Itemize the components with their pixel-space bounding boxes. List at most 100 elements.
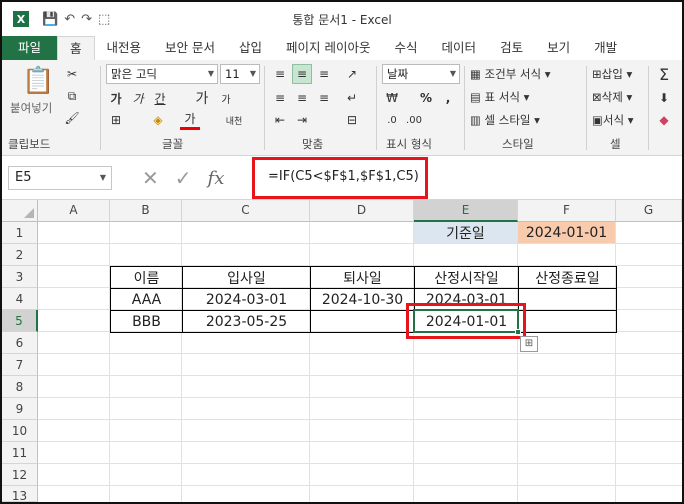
row-header-12[interactable]: 12 [2, 464, 38, 486]
cell-b3[interactable]: 이름 [111, 267, 182, 288]
tab-secure-doc[interactable]: 보안 문서 [153, 36, 227, 60]
save-icon[interactable]: 💾 [42, 12, 58, 27]
font-size-combo[interactable]: 11 ▼ [220, 64, 260, 84]
autofill-options-icon[interactable]: ⊞ [520, 336, 538, 352]
cell-c5[interactable]: 2023-05-25 [183, 311, 310, 332]
cell-e1[interactable]: 기준일 [414, 222, 517, 243]
font-color-button[interactable]: 가 [180, 110, 200, 130]
tab-formulas[interactable]: 수식 [383, 36, 430, 60]
align-top-icon[interactable]: ≡ [270, 64, 290, 84]
column-header-b[interactable]: B [110, 200, 182, 222]
paste-button[interactable]: 붙여넣기 [10, 100, 52, 116]
fill-color-icon[interactable]: ◈ [148, 110, 168, 130]
tab-data[interactable]: 데이터 [430, 36, 489, 60]
tab-view[interactable]: 보기 [535, 36, 582, 60]
cell-b4[interactable]: AAA [111, 289, 182, 310]
copy-icon[interactable]: ⧉ [62, 86, 82, 106]
number-format-combo[interactable]: 날짜 ▼ [382, 64, 460, 84]
align-left-icon[interactable]: ≡ [270, 88, 290, 108]
cell-d4[interactable]: 2024-10-30 [311, 289, 414, 310]
tab-page-layout[interactable]: 페이지 레이아웃 [274, 36, 382, 60]
select-all-button[interactable] [2, 200, 38, 222]
font-name-combo[interactable]: 맑은 고딕 ▼ [106, 64, 218, 84]
row-header-8[interactable]: 8 [2, 376, 38, 398]
shrink-font-button[interactable]: 가 [216, 88, 236, 108]
delete-cells-button[interactable]: ⊠삭제 ▾ [592, 89, 632, 105]
phonetic-button[interactable]: 내천 [224, 110, 244, 130]
increase-decimal-icon[interactable]: .0 [382, 110, 402, 130]
cell-f5[interactable] [519, 311, 616, 332]
cancel-icon[interactable]: ✕ [142, 166, 159, 190]
column-header-c[interactable]: C [182, 200, 310, 222]
align-middle-icon[interactable]: ≡ [292, 64, 312, 84]
orientation-icon[interactable]: ↗ [342, 64, 362, 84]
format-cells-button[interactable]: ▣서식 ▾ [592, 112, 633, 128]
comma-button[interactable]: , [438, 88, 458, 108]
decrease-indent-icon[interactable]: ⇤ [270, 110, 290, 130]
row-header-2[interactable]: 2 [2, 244, 38, 266]
cell-c3[interactable]: 입사일 [183, 267, 310, 288]
percent-button[interactable]: % [416, 88, 436, 108]
autosum-icon[interactable]: Σ [654, 64, 674, 84]
insert-cells-button[interactable]: ⊞삽입 ▾ [592, 66, 632, 82]
row-header-9[interactable]: 9 [2, 398, 38, 420]
align-center-icon[interactable]: ≡ [292, 88, 312, 108]
italic-button[interactable]: 가 [128, 88, 148, 108]
select-icon[interactable]: ⬚ [98, 12, 110, 27]
clipboard-icon[interactable]: 📋 [22, 66, 54, 96]
wrap-text-icon[interactable]: ↵ [342, 88, 362, 108]
tab-developer[interactable]: 개발 [582, 36, 629, 60]
column-header-e[interactable]: E [414, 200, 518, 222]
row-header-1[interactable]: 1 [2, 222, 38, 244]
column-header-a[interactable]: A [38, 200, 110, 222]
cell-styles-button[interactable]: ▥ 셀 스타일 ▾ [470, 112, 540, 128]
row-header-5[interactable]: 5 [2, 310, 38, 332]
cell-f4[interactable] [519, 289, 616, 310]
cell-d5[interactable] [311, 311, 414, 332]
bold-button[interactable]: 가 [106, 88, 126, 108]
row-header-13[interactable]: 13 [2, 486, 38, 502]
worksheet[interactable]: A B C D E F G 1 2 3 4 5 6 7 8 9 10 11 12… [2, 200, 682, 502]
enter-icon[interactable]: ✓ [175, 166, 192, 190]
row-header-11[interactable]: 11 [2, 442, 38, 464]
underline-button[interactable]: 간 [150, 88, 170, 108]
currency-icon[interactable]: ₩ [382, 88, 402, 108]
merge-center-icon[interactable]: ⊟ [342, 110, 362, 130]
borders-icon[interactable]: ⊞ [106, 110, 126, 130]
decrease-decimal-icon[interactable]: .00 [404, 110, 424, 130]
tab-personal[interactable]: 내전용 [95, 36, 154, 60]
row-header-6[interactable]: 6 [2, 332, 38, 354]
increase-indent-icon[interactable]: ⇥ [292, 110, 312, 130]
cut-icon[interactable]: ✂ [62, 64, 82, 84]
tab-insert[interactable]: 삽입 [227, 36, 274, 60]
row-header-4[interactable]: 4 [2, 288, 38, 310]
name-box[interactable]: E5 ▼ [8, 166, 112, 190]
column-header-d[interactable]: D [310, 200, 414, 222]
row-header-7[interactable]: 7 [2, 354, 38, 376]
align-right-icon[interactable]: ≡ [314, 88, 334, 108]
fill-icon[interactable]: ⬇ [654, 88, 674, 108]
tab-file[interactable]: 파일 [2, 36, 58, 60]
align-bottom-icon[interactable]: ≡ [314, 64, 334, 84]
row-header-3[interactable]: 3 [2, 266, 38, 288]
insert-function-icon[interactable]: fx [208, 168, 225, 189]
cell-b5[interactable]: BBB [111, 311, 182, 332]
cell-d3[interactable]: 퇴사일 [311, 267, 414, 288]
row-header-10[interactable]: 10 [2, 420, 38, 442]
formula-input[interactable]: =IF(C5<$F$1,$F$1,C5) [268, 169, 419, 184]
tab-home[interactable]: 홈 [57, 36, 95, 60]
column-header-g[interactable]: G [616, 200, 682, 222]
undo-icon[interactable]: ↶ [64, 12, 75, 27]
cell-e3[interactable]: 산정시작일 [415, 267, 518, 288]
cell-f1[interactable]: 2024-01-01 [518, 222, 615, 243]
format-painter-icon[interactable]: 🖌 [62, 108, 82, 128]
table-format-button[interactable]: ▤ 표 서식 ▾ [470, 89, 529, 105]
tab-review[interactable]: 검토 [488, 36, 535, 60]
conditional-format-button[interactable]: ▦ 조건부 서식 ▾ [470, 66, 551, 82]
cell-f3[interactable]: 산정종료일 [519, 267, 616, 288]
redo-icon[interactable]: ↷ [81, 12, 92, 27]
cell-c4[interactable]: 2024-03-01 [183, 289, 310, 310]
column-header-f[interactable]: F [518, 200, 616, 222]
grow-font-button[interactable]: 가 [192, 88, 212, 108]
clear-icon[interactable]: ◆ [654, 110, 674, 130]
